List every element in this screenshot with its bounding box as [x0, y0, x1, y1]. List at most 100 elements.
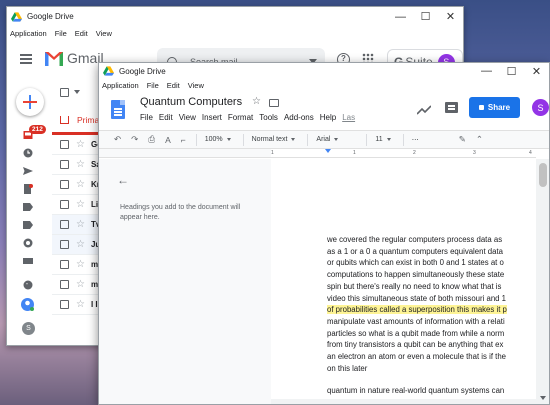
snoozed-icon[interactable]: [23, 148, 33, 158]
label-icon[interactable]: [23, 202, 33, 212]
vertical-scrollbar[interactable]: [536, 159, 549, 404]
font-size-value: 11: [375, 136, 383, 143]
menu-view[interactable]: View: [188, 81, 204, 90]
star-icon[interactable]: ☆: [76, 219, 85, 230]
print-icon[interactable]: ⎙: [148, 134, 155, 145]
undo-icon[interactable]: ↶: [114, 134, 121, 145]
scrollbar-thumb[interactable]: [539, 163, 547, 187]
menu-file[interactable]: File: [147, 81, 159, 90]
more-options-button[interactable]: ⋯: [412, 136, 419, 144]
move-to-folder-icon[interactable]: [269, 99, 279, 107]
paint-format-icon[interactable]: ⌐: [181, 135, 186, 145]
docs-window: Google Drive — ☐ ✕ Application File Edit…: [98, 62, 550, 405]
text-line: or qubits which can exist in both 0 and …: [327, 258, 504, 268]
docs-menu-file[interactable]: File: [140, 113, 153, 122]
docs-menu-addons[interactable]: Add-ons: [284, 113, 314, 122]
row-checkbox[interactable]: [60, 300, 69, 309]
toolbar-divider: [366, 133, 368, 146]
star-icon[interactable]: ☆: [76, 279, 85, 290]
docs-menu-edit[interactable]: Edit: [159, 113, 173, 122]
docs-menu-view[interactable]: View: [179, 113, 196, 122]
menu-application[interactable]: Application: [10, 29, 47, 38]
font-select[interactable]: Arial: [316, 136, 339, 143]
hangouts-icon[interactable]: ": [23, 280, 33, 290]
star-icon[interactable]: ☆: [76, 259, 85, 270]
select-all-checkbox[interactable]: [60, 87, 69, 97]
app-menubar: Application File Edit View: [7, 26, 463, 40]
zoom-select[interactable]: 100%: [205, 136, 231, 143]
star-icon[interactable]: ☆: [76, 299, 85, 310]
row-checkbox[interactable]: [60, 140, 69, 149]
share-lock-icon: [478, 105, 484, 110]
star-icon[interactable]: ☆: [252, 96, 261, 107]
docs-window-titlebar[interactable]: Google Drive — ☐ ✕: [99, 63, 549, 79]
docs-menu-help[interactable]: Help: [320, 113, 336, 122]
meet-icon[interactable]: [23, 238, 33, 248]
sent-icon[interactable]: [23, 166, 33, 176]
horizontal-scrollbar[interactable]: [271, 399, 536, 404]
close-button[interactable]: ✕: [438, 7, 463, 26]
compose-button[interactable]: [16, 88, 44, 116]
share-button[interactable]: Share: [469, 97, 520, 118]
menu-file[interactable]: File: [55, 29, 67, 38]
docs-menu-tools[interactable]: Tools: [259, 113, 278, 122]
docs-menu-insert[interactable]: Insert: [202, 113, 222, 122]
collapse-menus-icon[interactable]: ⌃: [476, 134, 483, 145]
document-page[interactable]: we covered the regular computers process…: [271, 159, 536, 404]
row-checkbox[interactable]: [60, 160, 69, 169]
star-icon[interactable]: ☆: [76, 239, 85, 250]
font-size-select[interactable]: 11: [375, 136, 391, 143]
row-checkbox[interactable]: [60, 260, 69, 269]
row-checkbox[interactable]: [60, 180, 69, 189]
maximize-button[interactable]: ☐: [499, 63, 524, 79]
editing-mode-icon[interactable]: ✎: [459, 134, 466, 145]
drafts-icon[interactable]: [23, 184, 33, 194]
toolbar-divider: [242, 133, 244, 146]
star-icon[interactable]: ☆: [76, 179, 85, 190]
activity-dashboard-icon[interactable]: [417, 105, 431, 115]
paragraph-style-select[interactable]: Normal text: [252, 136, 296, 143]
row-checkbox[interactable]: [60, 240, 69, 249]
menu-application[interactable]: Application: [102, 81, 139, 90]
indent-marker-icon[interactable]: [325, 149, 331, 153]
menu-edit[interactable]: Edit: [167, 81, 180, 90]
account-avatar[interactable]: S: [532, 99, 549, 116]
select-options-icon[interactable]: [74, 90, 80, 94]
label-outline-icon[interactable]: [23, 220, 33, 230]
row-checkbox[interactable]: [60, 200, 69, 209]
text-line: manipulate vast amounts of information w…: [327, 316, 505, 326]
star-icon[interactable]: ☆: [76, 159, 85, 170]
google-docs-icon[interactable]: [111, 100, 125, 119]
toolbar-divider: [307, 133, 309, 146]
close-outline-icon[interactable]: ←: [117, 173, 129, 187]
row-checkbox[interactable]: [60, 220, 69, 229]
close-button[interactable]: ✕: [524, 63, 549, 79]
horizontal-ruler[interactable]: 1 1 2 3 4: [271, 149, 536, 158]
minimize-button[interactable]: —: [388, 7, 413, 26]
menu-edit[interactable]: Edit: [75, 29, 88, 38]
redo-icon[interactable]: ↷: [131, 134, 138, 145]
ruler-left-area: [99, 149, 271, 158]
chevron-down-icon: [291, 137, 296, 141]
document-title[interactable]: Quantum Computers: [140, 96, 242, 108]
spellcheck-icon[interactable]: A: [165, 135, 171, 145]
google-drive-icon: [11, 11, 22, 22]
main-menu-icon[interactable]: [20, 54, 32, 64]
user-avatar-small[interactable]: S: [22, 322, 35, 335]
maximize-button[interactable]: ☐: [413, 7, 438, 26]
keyboard-icon[interactable]: [23, 256, 33, 266]
docs-menu-format[interactable]: Format: [228, 113, 253, 122]
gmail-window-titlebar[interactable]: Google Drive — ☐ ✕: [7, 7, 463, 26]
text-line: video this simultaneous state of both mi…: [327, 293, 506, 303]
row-checkbox[interactable]: [60, 280, 69, 289]
comment-history-icon[interactable]: [445, 102, 458, 113]
document-body[interactable]: we covered the regular computers process…: [327, 234, 536, 397]
star-icon[interactable]: ☆: [76, 139, 85, 150]
contact-avatar-icon[interactable]: [21, 298, 34, 311]
menu-view[interactable]: View: [96, 29, 112, 38]
scroll-down-arrow-icon[interactable]: [540, 396, 546, 400]
tab-primary-label: Prima: [77, 114, 100, 125]
star-icon[interactable]: ☆: [76, 199, 85, 210]
last-edit-link[interactable]: Las: [342, 113, 355, 122]
minimize-button[interactable]: —: [474, 63, 499, 79]
